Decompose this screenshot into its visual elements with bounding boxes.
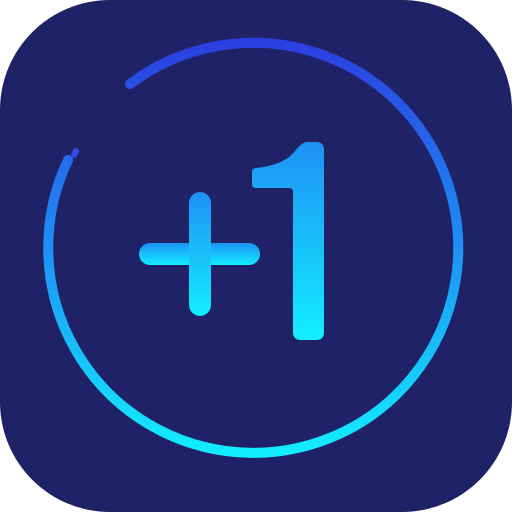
ring-arc-tail-icon	[71, 148, 79, 158]
app-icon[interactable]	[0, 0, 512, 512]
app-icon-svg	[0, 0, 512, 512]
